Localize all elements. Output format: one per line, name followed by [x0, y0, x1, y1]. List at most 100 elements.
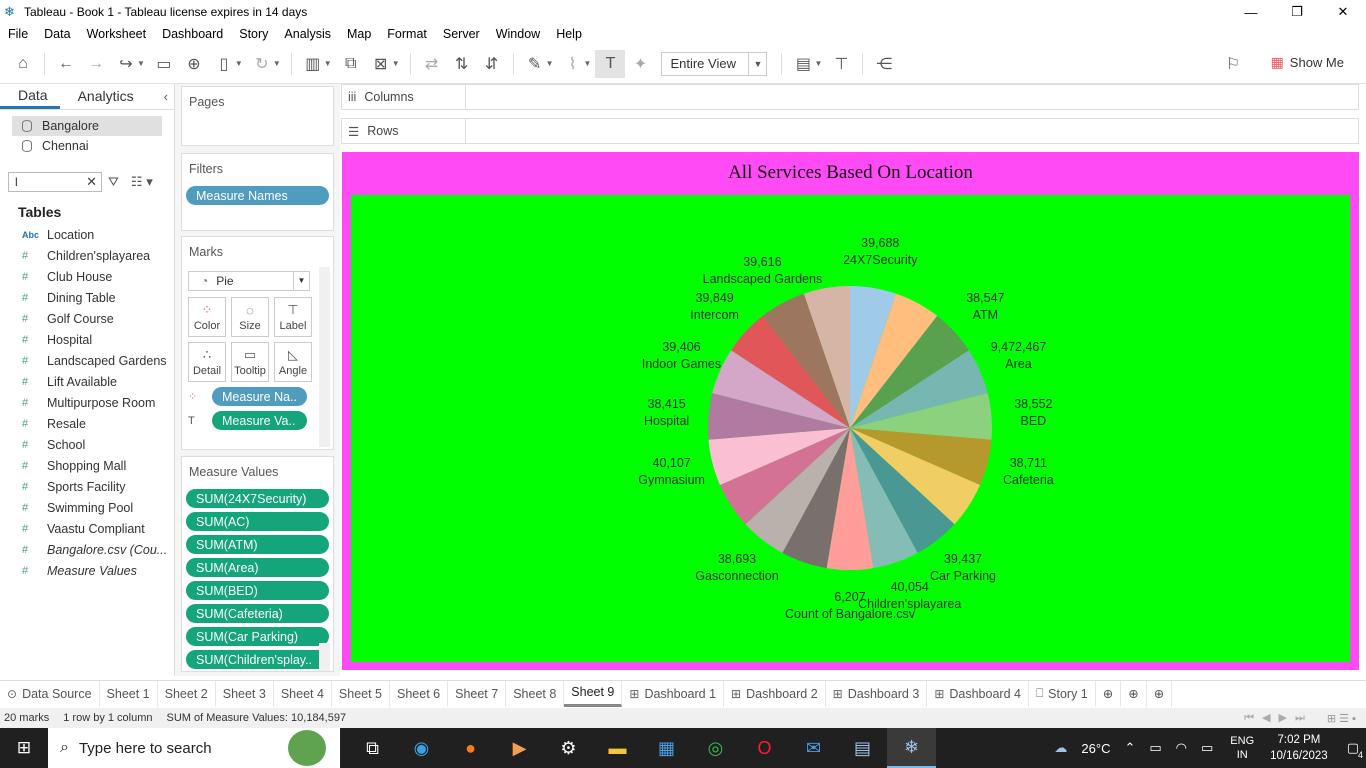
sheet-tab[interactable]: Sheet 3	[216, 680, 274, 707]
marks-scrollbar[interactable]	[319, 267, 330, 447]
sheet-tab[interactable]: Sheet 4	[274, 680, 332, 707]
field-item[interactable]: Abc Location	[0, 224, 174, 245]
clear-search-icon[interactable]: ✕	[86, 174, 97, 190]
language-indicator[interactable]: ENG IN	[1230, 734, 1254, 762]
media-player-icon[interactable]: ▶	[495, 728, 544, 768]
field-item[interactable]: # Club House	[0, 266, 174, 287]
menu-worksheet[interactable]: Worksheet	[79, 27, 155, 41]
settings-icon[interactable]: ⚙	[544, 728, 593, 768]
firefox-icon[interactable]: ●	[446, 728, 495, 768]
windows-start-icon[interactable]: ⊞	[0, 728, 48, 768]
measure-value-pill[interactable]: SUM(24X7Security)	[186, 489, 329, 508]
menu-server[interactable]: Server	[435, 27, 488, 41]
sort-ascending-icon[interactable]: ⇅	[447, 50, 477, 78]
pages-card[interactable]: Pages	[181, 86, 334, 146]
tab-analytics[interactable]: Analytics	[60, 88, 146, 109]
field-item[interactable]: # Vaastu Compliant	[0, 518, 174, 539]
restore-button[interactable]: ❐	[1274, 0, 1320, 24]
measure-value-pill[interactable]: SUM(BED)	[186, 581, 329, 600]
sheet-tab[interactable]: Sheet 1	[100, 680, 158, 707]
measure-value-pill[interactable]: SUM(ATM)	[186, 535, 329, 554]
weather-icon[interactable]: ☁	[1054, 740, 1067, 756]
sheet-tab[interactable]: Sheet 9	[564, 680, 623, 707]
angle-button[interactable]: ◺ Angle	[274, 342, 312, 382]
view-list-icon[interactable]: ☷ ▾	[131, 174, 153, 190]
columns-shelf[interactable]: iii Columns	[341, 84, 1359, 110]
size-button[interactable]: ◌ Size	[231, 297, 269, 337]
wifi-icon[interactable]: ◠	[1176, 740, 1187, 756]
minimize-button[interactable]: —	[1228, 0, 1274, 24]
field-item[interactable]: # Hospital	[0, 329, 174, 350]
sheet-navigation-icon[interactable]: ⏮◀▶⏭	[1244, 711, 1313, 725]
field-search-input[interactable]: l ✕	[8, 172, 102, 192]
sheet-tab[interactable]: ⊙ Data Source	[0, 680, 100, 707]
field-item[interactable]: # Measure Values	[0, 560, 174, 581]
field-item[interactable]: # Dining Table	[0, 287, 174, 308]
tableau-taskbar-icon[interactable]: ❄	[887, 728, 936, 768]
menu-help[interactable]: Help	[548, 27, 590, 41]
temperature[interactable]: 26°C	[1081, 741, 1110, 756]
collapse-pane-icon[interactable]: ‹	[164, 89, 168, 109]
new-dashboard-tab-icon[interactable]: ⊕	[1121, 680, 1147, 707]
marks-pill-measure-names[interactable]: Measure Na..	[212, 387, 307, 406]
measure-value-pill[interactable]: SUM(Car Parking)	[186, 627, 329, 646]
new-story-tab-icon[interactable]: ⊕	[1147, 680, 1173, 707]
sheet-tab[interactable]: Sheet 7	[448, 680, 507, 707]
chevron-up-icon[interactable]: ⌃	[1124, 740, 1135, 756]
tooltip-pin-icon[interactable]: ⚐	[1218, 50, 1248, 78]
home-icon[interactable]: ⌂	[8, 50, 38, 78]
file-explorer-icon[interactable]: ▬	[593, 728, 642, 768]
field-item[interactable]: # Lift Available	[0, 371, 174, 392]
field-item[interactable]: # Landscaped Gardens	[0, 350, 174, 371]
presentation-mode-icon[interactable]: ⊤	[826, 50, 856, 78]
field-item[interactable]: # Golf Course	[0, 308, 174, 329]
menu-dashboard[interactable]: Dashboard	[154, 27, 231, 41]
color-button[interactable]: ⁘ Color	[188, 297, 226, 337]
sort-descending-icon[interactable]: ⇵	[477, 50, 507, 78]
sheet-tab[interactable]: ⊞ Dashboard 1	[622, 680, 725, 707]
sheet-sorter-icon[interactable]: ⊞ ☰ ▪	[1327, 712, 1356, 725]
menu-data[interactable]: Data	[36, 27, 78, 41]
field-item[interactable]: # Bangalore.csv (Cou...	[0, 539, 174, 560]
new-worksheet-tab-icon[interactable]: ⊕	[1096, 680, 1122, 707]
mark-type-dropdown[interactable]: ◔ Pie ▼	[188, 271, 310, 291]
taskbar-search-box[interactable]: ⌕ Type here to search	[48, 728, 340, 768]
filter-icon[interactable]: ⛛	[108, 174, 119, 190]
close-button[interactable]: ✕	[1320, 0, 1366, 24]
label-button[interactable]: ⊤ Label	[274, 297, 312, 337]
meet-icon[interactable]: ▭	[1149, 740, 1161, 756]
filter-pill-measure-names[interactable]: Measure Names	[186, 186, 329, 205]
undo-icon[interactable]: ←	[51, 50, 81, 78]
clock[interactable]: 7:02 PM 10/16/2023	[1270, 732, 1328, 764]
measure-value-pill[interactable]: SUM(Cafeteria)	[186, 604, 329, 623]
menu-window[interactable]: Window	[488, 27, 548, 41]
sheet-tab[interactable]: Sheet 6	[390, 680, 449, 707]
menu-file[interactable]: File	[0, 27, 36, 41]
sheet-tab[interactable]: Sheet 5	[332, 680, 391, 707]
show-labels-icon[interactable]: T	[595, 49, 626, 78]
menu-format[interactable]: Format	[379, 27, 435, 41]
tooltip-button[interactable]: ▭ Tooltip	[231, 342, 269, 382]
field-item[interactable]: # Children'splayarea	[0, 245, 174, 266]
fit-dropdown[interactable]: Entire View ▼	[661, 51, 768, 76]
share-icon[interactable]: ⋲	[869, 50, 899, 78]
task-view-icon[interactable]: ⧉	[348, 728, 397, 768]
datasource-bangalore[interactable]: Bangalore	[12, 116, 162, 136]
new-datasource-icon[interactable]: ⊕	[179, 50, 209, 78]
field-item[interactable]: # School	[0, 434, 174, 455]
tab-data[interactable]: Data	[0, 87, 60, 109]
measure-value-pill[interactable]: SUM(Children'splay..	[186, 650, 329, 669]
mail-icon[interactable]: ✉	[789, 728, 838, 768]
field-item[interactable]: # Sports Facility	[0, 476, 174, 497]
opera-icon[interactable]: O	[740, 728, 789, 768]
field-item[interactable]: # Resale	[0, 413, 174, 434]
menu-story[interactable]: Story	[231, 27, 276, 41]
notification-icon[interactable]: ▢ 4	[1347, 740, 1363, 760]
sheet-tab[interactable]: ⊞ Dashboard 2	[724, 680, 826, 707]
swap-icon[interactable]: ⇄	[417, 50, 447, 78]
save-icon[interactable]: ▭	[149, 50, 179, 78]
menu-map[interactable]: Map	[339, 27, 379, 41]
sheet-tab[interactable]: ⊞ Dashboard 3	[826, 680, 928, 707]
detail-button[interactable]: ∴ Detail	[188, 342, 226, 382]
battery-icon[interactable]: ▭	[1201, 740, 1213, 756]
